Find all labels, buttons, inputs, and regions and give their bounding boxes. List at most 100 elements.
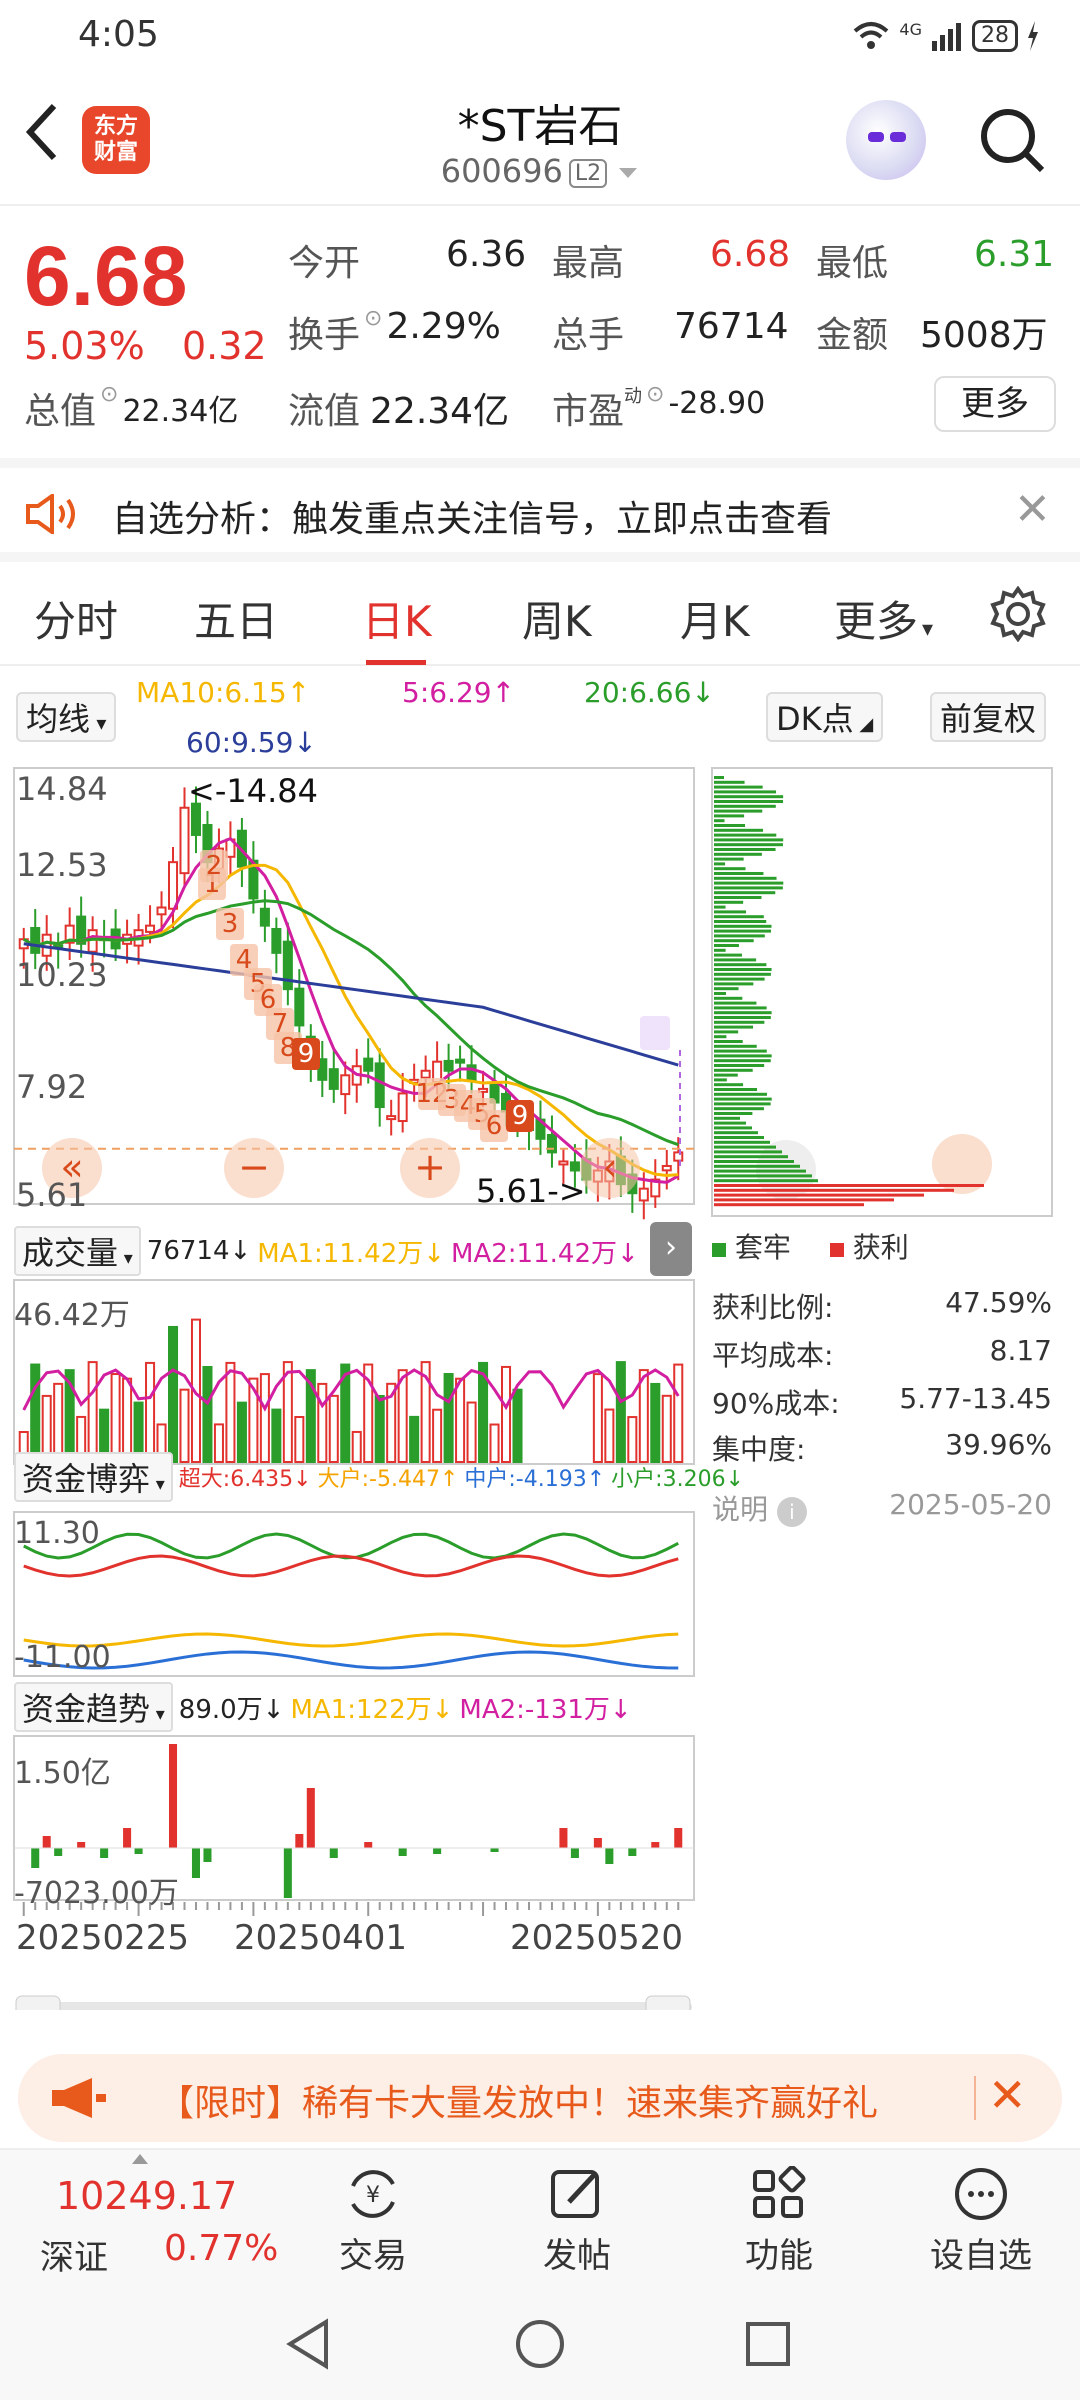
chip-bar xyxy=(714,1121,746,1125)
change-percent: 5.03% xyxy=(24,324,145,368)
svg-text:¥: ¥ xyxy=(366,2183,380,2208)
dk-point-select[interactable]: DK点 ◢ xyxy=(766,692,884,742)
chip-bar xyxy=(714,900,744,904)
indicator-select[interactable]: 均线 ▾ xyxy=(16,692,117,742)
nav-add-watch[interactable]: 设自选 xyxy=(916,2160,1046,2277)
pe-field[interactable]: 市盈动 ⊙ -28.90 xyxy=(552,382,765,434)
trend-bar xyxy=(168,1744,178,1848)
chip-bar xyxy=(714,785,763,789)
promo-banner[interactable]: 【限时】稀有卡大量发放中！速来集齐赢好礼 ✕ xyxy=(18,2054,1062,2142)
high-field: 最高 xyxy=(552,243,625,284)
last-price: 6.68 xyxy=(24,229,188,323)
chip-note[interactable]: 说明 i xyxy=(712,1488,807,1528)
trend-bar xyxy=(628,1848,637,1856)
chip-bar xyxy=(714,838,784,842)
kline-y-label: 12.53 xyxy=(16,846,108,884)
nav-back-icon[interactable] xyxy=(284,2318,332,2370)
chip-bar xyxy=(714,1193,924,1197)
chip-bar xyxy=(714,992,727,995)
volume-bar xyxy=(259,1373,270,1463)
volume-bar xyxy=(443,1373,454,1463)
info-icon: i xyxy=(776,1497,807,1527)
tab-more[interactable]: 更多 ▾ xyxy=(834,588,933,649)
capital-trend-select[interactable]: 资金趋势 ▾ xyxy=(14,1682,173,1732)
chip-bar xyxy=(714,977,765,981)
info-icon: ⊙ xyxy=(364,306,383,331)
chip-profit-ratio: 获利比例: 47.59% xyxy=(712,1286,1052,1324)
mktcap-field[interactable]: 总值 ⊙ 22.34亿 xyxy=(24,382,238,434)
bottom-bar: 10249.17 深证 0.77% ¥ 交易 发帖 功能 设自选 xyxy=(0,2148,1080,2282)
chip-bar xyxy=(714,1064,765,1067)
capital-y-bottom: -11.00 xyxy=(14,1640,111,1675)
nav-recents-icon[interactable] xyxy=(744,2320,792,2368)
volume-select[interactable]: 成交量 ▾ xyxy=(14,1226,141,1276)
volume-bar xyxy=(650,1382,661,1464)
trend-bar xyxy=(295,1834,304,1848)
chip-bar xyxy=(714,1174,812,1178)
alert-banner[interactable]: 自选分析：触发重点关注信号，立即点击查看 ✕ xyxy=(0,458,1080,562)
gear-icon[interactable] xyxy=(990,586,1046,642)
trend-y-bottom: -7023.00万 xyxy=(14,1876,179,1911)
candle-body xyxy=(661,1164,672,1172)
expand-panel-button[interactable]: › xyxy=(650,1222,692,1276)
chip-bar xyxy=(714,915,764,919)
candle-body xyxy=(455,1058,466,1064)
trend-bar xyxy=(42,1836,51,1848)
chip-bar xyxy=(714,987,739,991)
chip-concentration: 集中度: 39.96% xyxy=(712,1428,1052,1466)
chip-bar xyxy=(714,1198,894,1202)
td-label: 6 xyxy=(486,1111,503,1141)
chip-bar xyxy=(714,843,783,847)
index-value[interactable]: 10249.17 xyxy=(56,2174,237,2218)
close-icon[interactable]: ✕ xyxy=(1014,484,1051,535)
chip-bar xyxy=(714,872,764,875)
capital-game-select[interactable]: 资金博弈 ▾ xyxy=(14,1452,173,1502)
nav-functions[interactable]: 功能 xyxy=(714,2160,844,2277)
trend-bar xyxy=(559,1828,568,1848)
chip-bar xyxy=(714,1006,767,1010)
wifi-icon xyxy=(854,22,889,49)
info-icon: ⊙ xyxy=(646,382,665,407)
chip-bar xyxy=(714,982,754,986)
tab-weekly-k[interactable]: 周K xyxy=(522,588,592,649)
nav-trade[interactable]: ¥ 交易 xyxy=(308,2160,438,2277)
volume-bar xyxy=(167,1325,179,1463)
capital-y-top: 11.30 xyxy=(14,1516,100,1551)
index-name[interactable]: 深证 xyxy=(40,2230,108,2279)
kline-y-label: 7.92 xyxy=(16,1068,88,1106)
tab-intraday[interactable]: 分时 xyxy=(34,588,118,649)
index-percent[interactable]: 0.77% xyxy=(164,2228,278,2269)
nav-post[interactable]: 发帖 xyxy=(512,2160,642,2277)
tab-five-day[interactable]: 五日 xyxy=(194,588,278,649)
chip-bar xyxy=(714,1131,758,1135)
trend-bar xyxy=(433,1848,442,1854)
chip-bar xyxy=(714,1179,818,1183)
apps-icon xyxy=(753,2166,806,2218)
assistant-avatar[interactable] xyxy=(846,100,926,180)
tab-monthly-k[interactable]: 月K xyxy=(680,588,750,649)
megaphone-icon xyxy=(52,2078,106,2118)
trend-bar xyxy=(77,1842,86,1848)
adjust-select[interactable]: 前复权 xyxy=(930,692,1047,742)
turnover-value: 2.29% xyxy=(386,306,501,347)
chip-bar xyxy=(714,1088,758,1091)
turnover-field[interactable]: 换手 ⊙ 2.29% xyxy=(288,306,501,358)
ma5-value: 5:6.29↑ xyxy=(402,676,516,709)
chip-bar xyxy=(714,1145,776,1149)
system-nav xyxy=(0,2282,1080,2400)
tab-daily-k[interactable]: 日K xyxy=(362,588,432,649)
caret-down-icon xyxy=(619,168,638,178)
chip-bar xyxy=(714,924,772,928)
volume-ma-line xyxy=(22,1368,680,1412)
nav-home-icon[interactable] xyxy=(514,2318,566,2370)
search-icon[interactable] xyxy=(978,106,1046,174)
close-icon[interactable]: ✕ xyxy=(988,2068,1027,2122)
capital-mid-line xyxy=(23,1650,679,1670)
ma-legend: 均线 ▾ MA10:6.15↑ 5:6.29↑ 20:6.66↓ 60:9.59… xyxy=(0,668,760,768)
candle-body xyxy=(363,1057,374,1072)
volume-bar xyxy=(53,1382,64,1464)
chip-bar xyxy=(714,1078,727,1082)
x-date: 20250520 xyxy=(510,1918,684,1958)
more-button[interactable]: 更多 xyxy=(934,376,1056,432)
trend-bar xyxy=(674,1828,683,1848)
